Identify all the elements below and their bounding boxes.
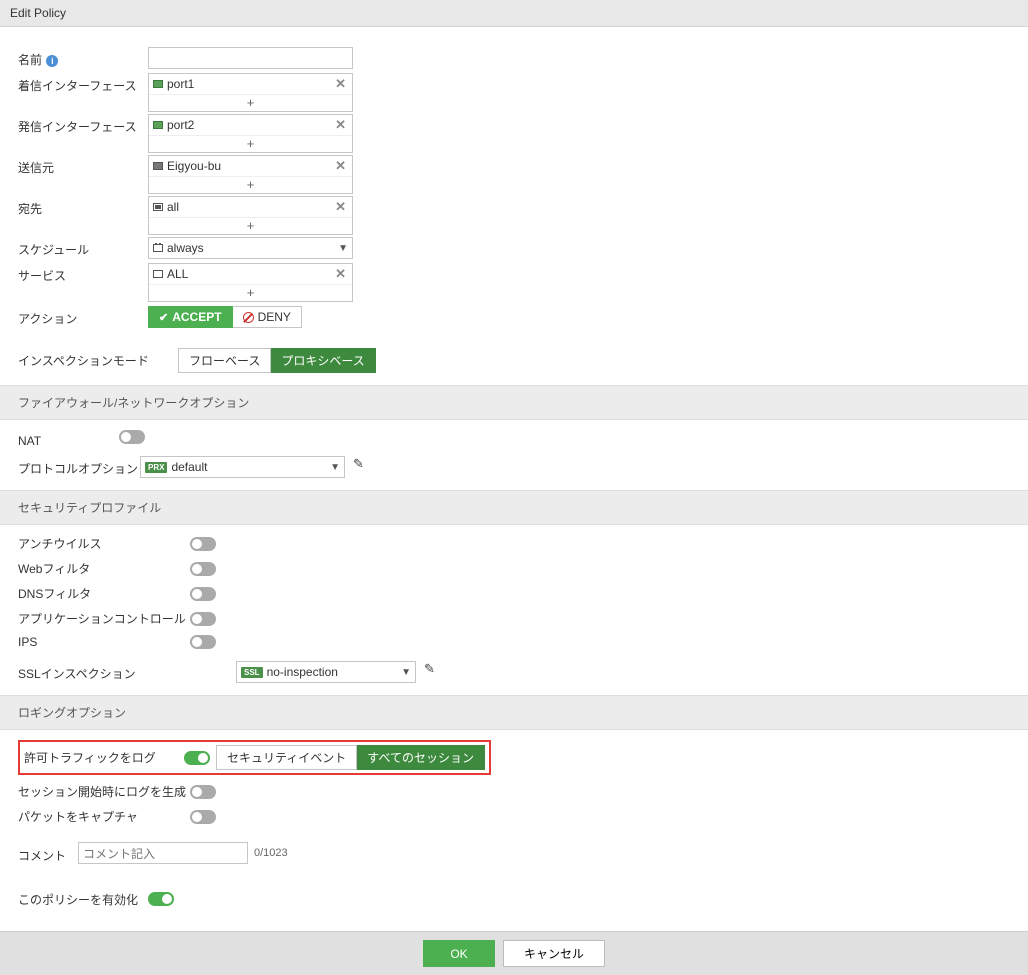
antivirus-label: アンチウイルス [18,535,190,552]
section-firewall: ファイアウォール/ネットワークオプション [0,385,1028,420]
nat-toggle[interactable] [119,430,145,444]
chevron-down-icon: ▼ [401,667,411,678]
add-item[interactable]: + [149,94,352,111]
incoming-interface-label: 着信インターフェース [18,73,148,94]
remove-icon[interactable]: ✕ [333,199,348,215]
appcontrol-toggle[interactable] [190,612,216,626]
service-icon [153,270,163,278]
source-field[interactable]: Eigyou-bu ✕ + [148,155,353,194]
log-session-start-toggle[interactable] [190,785,216,799]
inspection-proxy-button[interactable]: プロキシベース [271,348,375,373]
name-label: 名前 i [18,47,148,68]
service-label: サービス [18,263,148,284]
destination-label: 宛先 [18,196,148,217]
protocol-options-select[interactable]: PRX default ▼ [140,456,345,478]
chevron-down-icon: ▼ [330,462,340,473]
outgoing-interface-field[interactable]: port2 ✕ + [148,114,353,153]
dnsfilter-label: DNSフィルタ [18,585,190,602]
appcontrol-label: アプリケーションコントロール [18,610,190,627]
port-icon [153,121,163,129]
add-item[interactable]: + [149,217,352,234]
incoming-interface-field[interactable]: port1 ✕ + [148,73,353,112]
enable-policy-label: このポリシーを有効化 [18,891,138,908]
log-session-start-label: セッション開始時にログを生成 [18,783,190,800]
protocol-options-label: プロトコルオプション [18,456,140,477]
prx-badge: PRX [145,462,167,473]
chevron-down-icon: ▼ [338,243,348,254]
ssl-badge: SSL [241,667,263,678]
log-all-sessions-button[interactable]: すべてのセッション [357,745,485,770]
section-logging: ロギングオプション [0,695,1028,730]
deny-icon [243,312,254,323]
ips-toggle[interactable] [190,635,216,649]
check-icon [159,310,168,324]
comment-counter: 0/1023 [254,847,288,859]
comment-input[interactable] [78,842,248,864]
remove-icon[interactable]: ✕ [333,76,348,92]
remove-icon[interactable]: ✕ [333,117,348,133]
destination-field[interactable]: all ✕ + [148,196,353,235]
window-title: Edit Policy [0,0,1028,27]
add-item[interactable]: + [149,135,352,152]
webfilter-toggle[interactable] [190,562,216,576]
remove-icon[interactable]: ✕ [333,266,348,282]
action-accept-button[interactable]: ACCEPT [148,306,233,328]
name-input[interactable] [148,47,353,69]
ssl-inspection-select[interactable]: SSL no-inspection ▼ [236,661,416,683]
address-icon [153,162,163,170]
device-icon [153,203,163,211]
comment-label: コメント [18,843,78,864]
webfilter-label: Webフィルタ [18,560,190,577]
info-icon[interactable]: i [46,55,58,67]
port-icon [153,80,163,88]
ok-button[interactable]: OK [423,940,495,967]
remove-icon[interactable]: ✕ [333,158,348,174]
cancel-button[interactable]: キャンセル [503,940,605,967]
capture-packets-label: パケットをキャプチャ [18,808,190,825]
calendar-icon [153,244,163,252]
inspection-mode-label: インスペクションモード [18,348,178,369]
action-label: アクション [18,306,148,327]
log-allowed-label: 許可トラフィックをログ [24,749,184,766]
antivirus-toggle[interactable] [190,537,216,551]
add-item[interactable]: + [149,284,352,301]
outgoing-interface-label: 発信インターフェース [18,114,148,135]
schedule-label: スケジュール [18,237,148,258]
service-field[interactable]: ALL ✕ + [148,263,353,302]
section-security: セキュリティプロファイル [0,490,1028,525]
inspection-flow-button[interactable]: フローベース [178,348,271,373]
highlight-box: 許可トラフィックをログ セキュリティイベント すべてのセッション [18,740,491,775]
action-deny-button[interactable]: DENY [233,306,302,328]
add-item[interactable]: + [149,176,352,193]
nat-label: NAT [18,430,119,452]
enable-policy-toggle[interactable] [148,892,174,906]
capture-packets-toggle[interactable] [190,810,216,824]
log-allowed-toggle[interactable] [184,751,210,765]
pencil-icon[interactable] [424,661,435,677]
schedule-select[interactable]: always ▼ [148,237,353,259]
log-security-events-button[interactable]: セキュリティイベント [216,745,357,770]
dnsfilter-toggle[interactable] [190,587,216,601]
ssl-inspection-label: SSLインスペクション [18,661,236,682]
pencil-icon[interactable] [353,456,364,472]
source-label: 送信元 [18,155,148,176]
ips-label: IPS [18,635,190,649]
